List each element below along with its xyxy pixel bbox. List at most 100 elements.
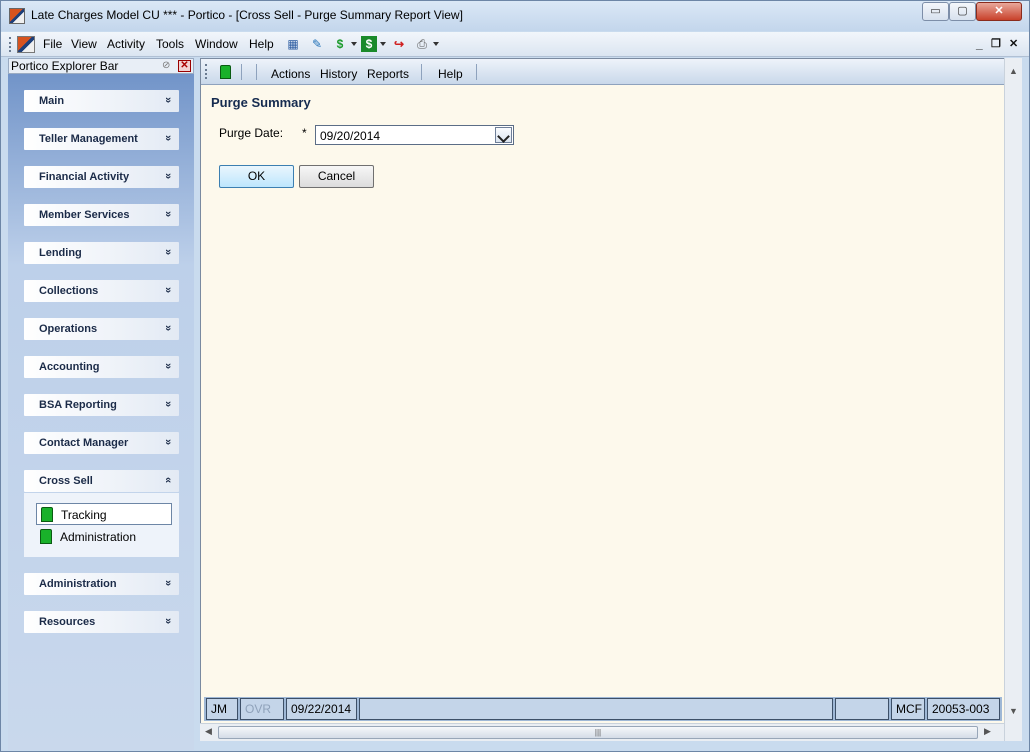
purge-date-select[interactable]: 09/20/2014 [315,125,514,145]
group-label: Administration [39,578,117,590]
group-label: Operations [39,323,98,335]
toolbar-separator [256,64,257,80]
status-code: 20053-003 [927,698,1000,720]
close-window-button[interactable]: ✕ [976,2,1022,21]
group-financial-activity[interactable]: Financial Activity » [24,166,179,188]
view-toolbar: Actions History Reports Help [201,59,1021,85]
required-marker: * [302,126,307,140]
scroll-left-icon[interactable]: ◀ [205,726,212,737]
minimize-button[interactable]: ▭ [922,2,949,21]
group-resources[interactable]: Resources » [24,611,179,633]
dollar-icon[interactable]: $ [332,36,348,52]
group-label: Accounting [39,361,100,373]
app-window: Late Charges Model CU *** - Portico - [C… [0,0,1030,752]
pen-icon[interactable]: ✎ [309,36,325,52]
menu-help[interactable]: Help [249,37,274,51]
toolbar-separator [421,64,422,80]
ok-button[interactable]: OK [219,165,294,188]
chevron-up-icon[interactable]: « [162,477,174,483]
explorer-bar: Portico Explorer Bar ⊘ ✕ Main » Teller M… [8,58,194,750]
chevron-down-icon[interactable]: » [162,287,174,293]
group-teller-management[interactable]: Teller Management » [24,128,179,150]
cross-sell-item-administration[interactable]: Administration [36,526,172,548]
scroll-thumb[interactable]: ||| [218,726,978,739]
dollar-dropdown-arrow-icon[interactable] [351,42,357,46]
cross-sell-item-tracking[interactable]: Tracking [36,503,172,525]
group-contact-manager[interactable]: Contact Manager » [24,432,179,454]
group-lending[interactable]: Lending » [24,242,179,264]
group-label: Main [39,95,65,107]
chevron-down-icon[interactable]: » [162,135,174,141]
status-date: 09/22/2014 [286,698,357,720]
printer-dropdown-arrow-icon[interactable] [433,42,439,46]
group-member-services[interactable]: Member Services » [24,204,179,226]
mdi-minimize-button[interactable]: _ [976,37,983,51]
group-label: Contact Manager [39,437,129,449]
group-label: Cross Sell [39,475,93,487]
cash-drawer-icon[interactable]: $ [361,36,377,52]
toolbar-history[interactable]: History [320,67,357,81]
cross-sell-panel: Tracking Administration [24,493,179,557]
menu-tools[interactable]: Tools [156,37,184,51]
menu-view[interactable]: View [71,37,97,51]
group-operations[interactable]: Operations » [24,318,179,340]
redo-arrow-icon[interactable]: ↪ [391,36,407,52]
chevron-down-icon[interactable]: » [162,618,174,624]
chevron-down-icon[interactable]: » [162,325,174,331]
document-logo-icon[interactable] [17,36,35,53]
printer-icon[interactable]: ⎙ [414,36,430,52]
lock-icon [41,507,53,522]
maximize-button[interactable]: ▢ [949,2,976,21]
chevron-down-icon[interactable]: » [162,401,174,407]
explorer-close-icon[interactable]: ✕ [178,60,191,72]
status-field [359,698,833,720]
item-label: Tracking [61,508,107,522]
group-label: Member Services [39,209,130,221]
chevron-down-icon[interactable]: » [162,363,174,369]
vertical-scrollbar[interactable]: ▲ ▼ [1004,58,1022,741]
group-collections[interactable]: Collections » [24,280,179,302]
group-administration[interactable]: Administration » [24,573,179,595]
status-mcf: MCF [891,698,925,720]
group-main[interactable]: Main » [24,90,179,112]
group-label: Financial Activity [39,171,130,183]
chevron-down-icon[interactable]: » [162,97,174,103]
item-label: Administration [60,530,137,544]
group-bsa-reporting[interactable]: BSA Reporting » [24,394,179,416]
menu-grip-handle[interactable] [9,37,12,52]
toolbar-help[interactable]: Help [438,67,463,81]
group-accounting[interactable]: Accounting » [24,356,179,378]
group-label: Resources [39,616,96,628]
pin-icon[interactable]: ⊘ [162,60,176,72]
purge-date-value: 09/20/2014 [320,129,381,143]
lock-icon[interactable] [220,65,231,79]
window-title: Late Charges Model CU *** - Portico - [C… [31,8,463,22]
group-label: Lending [39,247,82,259]
cash-dropdown-arrow-icon[interactable] [380,42,386,46]
menu-activity[interactable]: Activity [107,37,145,51]
chevron-down-icon[interactable]: » [162,580,174,586]
mdi-restore-button[interactable]: ❐ [991,37,1001,50]
mdi-close-button[interactable]: ✕ [1009,37,1018,50]
scroll-up-icon[interactable]: ▲ [1009,66,1018,76]
toolbar-reports[interactable]: Reports [367,67,409,81]
explorer-header: Portico Explorer Bar ⊘ ✕ [8,58,194,74]
scroll-down-icon[interactable]: ▼ [1009,706,1018,716]
chevron-down-icon[interactable]: » [162,173,174,179]
chevron-down-icon[interactable] [495,127,512,143]
toolbar-actions[interactable]: Actions [271,67,310,81]
chevron-down-icon[interactable]: » [162,439,174,445]
group-cross-sell[interactable]: Cross Sell « [24,470,179,492]
menu-file[interactable]: File [43,37,62,51]
chevron-down-icon[interactable]: » [162,249,174,255]
toolbar-grip-handle[interactable] [205,64,208,79]
explorer-title: Portico Explorer Bar [11,59,119,73]
calculator-icon[interactable]: ▦ [285,36,301,52]
toolbar-separator [241,64,242,80]
menu-window[interactable]: Window [195,37,238,51]
chevron-down-icon[interactable]: » [162,211,174,217]
cancel-button[interactable]: Cancel [299,165,374,188]
horizontal-scrollbar[interactable]: ◀ ||| ▶ [200,723,1004,741]
scroll-right-icon[interactable]: ▶ [984,726,991,737]
menu-bar: File View Activity Tools Window Help ▦ ✎… [1,32,1029,57]
